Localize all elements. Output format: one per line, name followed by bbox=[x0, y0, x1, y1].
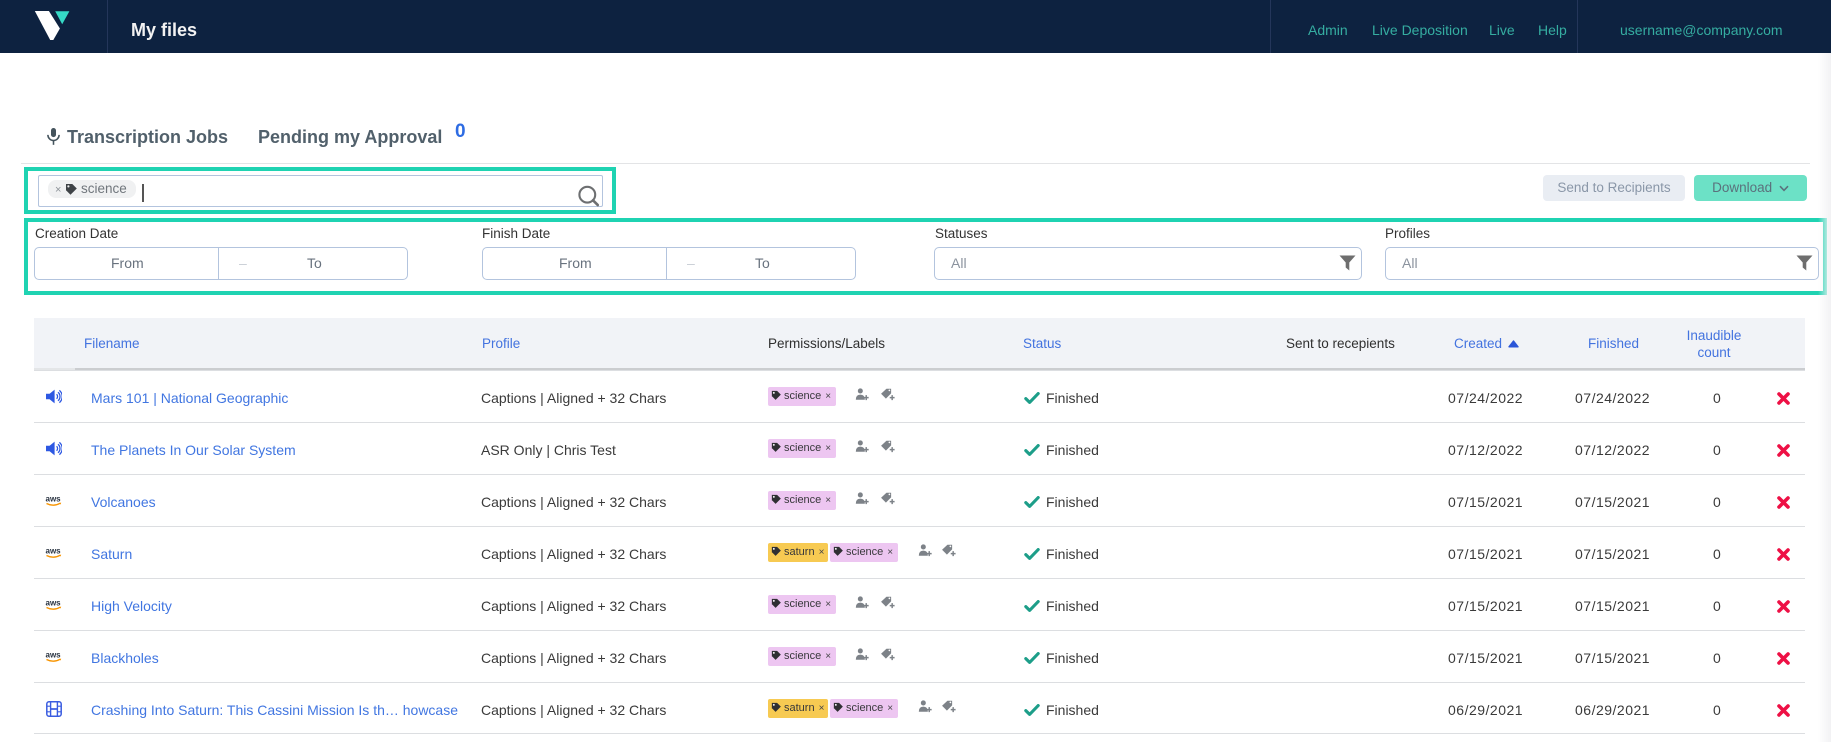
svg-text:aws: aws bbox=[46, 495, 62, 504]
svg-text:aws: aws bbox=[46, 599, 62, 608]
svg-text:aws: aws bbox=[46, 547, 62, 556]
svg-text:aws: aws bbox=[46, 651, 62, 660]
